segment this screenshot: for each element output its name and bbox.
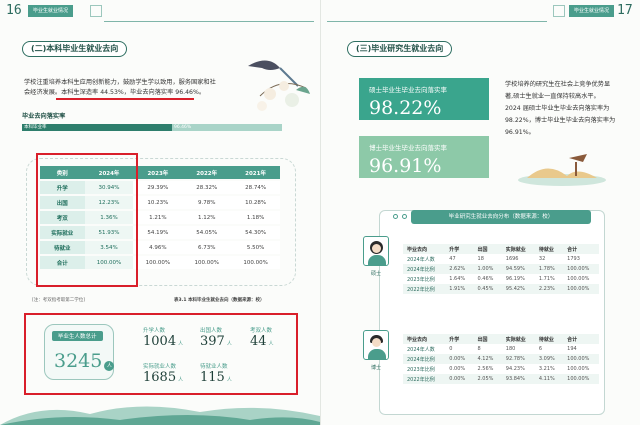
masters-rate-card: 硕士毕业生毕业去向落实率 98.22% [359,78,489,120]
section-title: (三)毕业研究生就业去向 [347,41,453,57]
intro-line-2: 会经济发展。本科生深造率 44.53%，毕业去向落实率 96.46%。 [24,89,206,96]
masters-avatar [363,236,389,266]
page-number: 16 [6,3,22,18]
page-number: 17 [617,3,633,18]
doctors-table: 毕业去向 升学 出国 实际就业 待就业 合计 2024年人数 0 8 180 6 194 2024年… [403,334,599,384]
col-header: 2022年 [182,166,232,179]
graduate-data-panel [379,210,605,415]
col-header: 2023年 [133,166,183,179]
card-value: 96.91% [369,155,442,177]
progress-bar-rest: 96.46% [172,124,282,131]
header-emblem-icon [553,5,565,17]
intro-line: 98.22%，博士毕业生毕业去向落实率为 [505,117,616,124]
rate-label: 毕业去向落实率 [22,113,66,120]
left-page: 16 毕业生就业情况 (二)本科毕业生就业去向 学校注重培养本科生应用创新能力，… [0,0,320,425]
table-row: 2022年比例 1.91% 0.45% 95.42% 2.23% 100.00% [403,284,599,294]
card-value: 98.22% [369,97,442,119]
table-caption: 表3.1 本科毕业生就业去向（数据来源：校） [174,298,265,303]
section-title: (二)本科毕业生就业去向 [22,41,128,57]
panel-title: 毕业研究生就业去向分布（数据来源：校） [411,210,591,224]
panel-dot-icon [402,214,407,219]
table-note: [注：考双指考取第二学位] [32,298,86,303]
card-label: 硕士毕业生毕业去向落实率 [369,86,447,94]
progress-bar-fill: 本科毕业率 [22,124,172,131]
masters-table: 毕业去向 升学 出国 实际就业 待就业 合计 2024年人数 47 18 1696 32 1793 … [403,244,599,294]
table-row: 2023年比例 0.00% 2.56% 94.23% 3.21% 100.00% [407,366,590,373]
table-row: 2024年人数 47 18 1696 32 1793 [407,256,580,263]
masters-label: 硕士 [371,271,382,277]
doctors-label: 博士 [371,365,382,371]
panel-dot-icon [393,214,398,219]
right-page: 毕业生就业情况 17 (三)毕业研究生就业去向 硕士毕业生毕业去向落实率 98.… [320,0,640,425]
highlight-underline [56,98,194,100]
table-row: 2022年比例 0.00% 2.05% 93.84% 4.11% 100.00% [403,374,599,384]
intro-line: 学校培养的研究生在社会上竞争优势显 [505,81,611,88]
intro-line: 著,硕士生就业一直保持较高水平。 [505,93,600,100]
header-rule [104,21,314,22]
doctors-avatar [363,330,389,360]
header-tag: 毕业生就业情况 [28,5,74,17]
table-row: 2024年人数 0 8 180 6 194 [407,346,577,353]
table-row: 2023年比例 1.64% 0.46% 96.19% 1.71% 100.00% [407,276,590,283]
header-tag: 毕业生就业情况 [569,5,615,17]
table-header-row: 毕业去向 升学 出国 实际就业 待就业 合计 [403,334,599,344]
intro-line: 2024 届硕士毕业生毕业去向落实率为 [505,105,610,112]
doctors-rate-card: 博士毕业生毕业去向落实率 96.91% [359,136,489,178]
highlight-box-totals [24,313,298,395]
table-row: 2024年比例 0.00% 4.12% 92.78% 3.09% 100.00% [403,354,599,364]
landscape-illustration [0,406,320,425]
highlight-box-2024-column [36,153,138,287]
table-row: 2024年比例 2.62% 1.00% 94.59% 1.78% 100.00% [403,264,599,274]
header-rule [327,21,547,22]
header-emblem-icon [90,5,102,17]
table-header-row: 毕业去向 升学 出国 实际就业 待就业 合计 [403,244,599,254]
intro-line-1: 学校注重培养本科生应用创新能力，鼓励学生学以致用，服务国家和社 [24,79,216,86]
intro-line: 96.91%。 [505,129,535,136]
card-label: 博士毕业生毕业去向落实率 [369,144,447,152]
col-header: 2021年 [231,166,280,179]
pavilion-illustration [518,154,606,186]
